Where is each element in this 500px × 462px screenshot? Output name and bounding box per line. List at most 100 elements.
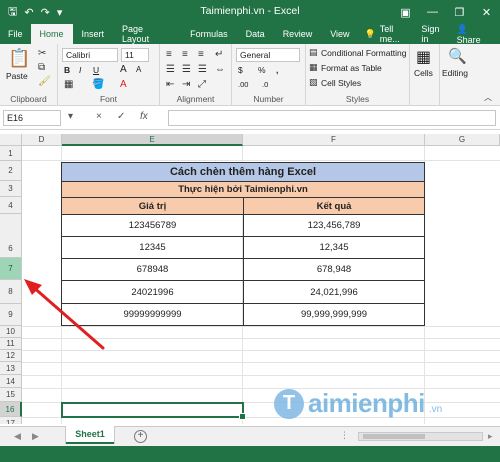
tab-page-layout[interactable]: Page Layout <box>113 24 181 44</box>
decrease-indent-icon[interactable]: ⇤ <box>166 79 174 90</box>
currency-button[interactable]: $ <box>238 65 243 75</box>
close-icon[interactable]: ✕ <box>473 0 500 24</box>
font-name-dropdown[interactable]: Calibri <box>62 48 118 62</box>
grow-font-button[interactable]: A <box>120 64 127 75</box>
group-clipboard: 📋 Paste ✂ ⧉ 🖌 Clipboard <box>0 44 58 106</box>
increase-indent-icon[interactable]: ⇥ <box>182 79 190 90</box>
comma-button[interactable]: , <box>276 65 278 75</box>
save-icon[interactable]: 🖫 <box>8 3 17 22</box>
watermark: T aimienphi .vn <box>274 388 442 419</box>
number-format-dropdown[interactable]: General <box>236 48 300 62</box>
insert-function-button[interactable]: fx <box>140 111 148 122</box>
search-icon: 🔍 <box>448 48 467 65</box>
styles-group-label: Styles <box>345 94 370 104</box>
align-bottom-icon[interactable]: ≡ <box>198 49 204 60</box>
align-left-icon[interactable]: ☰ <box>166 64 175 75</box>
ribbon-tabs: File Home Insert Page Layout Formulas Da… <box>0 24 500 45</box>
status-bar <box>0 446 500 462</box>
align-center-icon[interactable]: ☰ <box>182 64 191 75</box>
undo-icon[interactable]: ↶ <box>24 6 33 19</box>
sign-in-link[interactable]: Sign in <box>421 24 448 44</box>
group-editing[interactable]: 🔍 Editing <box>440 44 474 106</box>
scroll-right-icon[interactable]: ▸ <box>488 431 493 442</box>
tab-split-icon[interactable]: ⋮ <box>340 430 349 441</box>
increase-decimal-button[interactable]: .00 <box>238 80 248 89</box>
orientation-icon[interactable]: ⤢ <box>198 79 206 90</box>
copy-icon[interactable]: ⧉ <box>38 62 45 73</box>
redo-icon[interactable]: ↷ <box>41 6 50 19</box>
add-sheet-button[interactable]: + <box>134 430 147 443</box>
window-controls: ▣ — ❐ ✕ <box>392 0 500 24</box>
tab-review[interactable]: Review <box>274 24 322 44</box>
shrink-font-button[interactable]: A <box>136 65 141 74</box>
name-box[interactable]: E16 <box>3 110 61 126</box>
watermark-suffix: .vn <box>428 404 443 415</box>
watermark-text: aimienphi <box>308 388 425 418</box>
group-font: Calibri 11 B I U A A ▦ 🪣 A Font <box>58 44 160 106</box>
alignment-group-label: Alignment <box>176 94 215 104</box>
ribbon-home: 📋 Paste ✂ ⧉ 🖌 Clipboard Calibri 11 B I U… <box>0 44 500 106</box>
align-top-icon[interactable]: ≡ <box>166 49 172 60</box>
tab-file[interactable]: File <box>0 24 31 44</box>
sheet-tab-sheet1[interactable]: Sheet1 <box>66 426 114 444</box>
paste-button-label[interactable]: Paste <box>6 71 28 81</box>
paste-icon[interactable]: 📋 <box>8 48 30 69</box>
lightbulb-icon: 💡 <box>364 28 376 39</box>
underline-button[interactable]: U <box>93 65 99 75</box>
bold-button[interactable]: B <box>64 65 70 75</box>
fill-color-icon[interactable]: 🪣 <box>92 79 104 90</box>
percent-button[interactable]: % <box>258 65 266 75</box>
tab-insert[interactable]: Insert <box>73 24 114 44</box>
group-cells[interactable]: ▦ Cells <box>410 44 440 106</box>
tab-data[interactable]: Data <box>237 24 274 44</box>
align-right-icon[interactable]: ☰ <box>198 64 207 75</box>
formula-input[interactable] <box>168 110 496 126</box>
collapse-ribbon-icon[interactable]: ︿ <box>484 92 492 103</box>
formula-bar: E16 ▾ × ✓ fx <box>0 106 500 130</box>
share-button[interactable]: 👤 Share <box>457 24 494 45</box>
font-color-icon[interactable]: A <box>120 79 127 90</box>
group-number: General $ % , .00 .0 Number <box>232 44 306 106</box>
horizontal-scrollbar[interactable] <box>358 432 483 441</box>
share-label: Share <box>456 34 481 45</box>
font-group-label: Font <box>99 94 117 104</box>
tell-me-box[interactable]: 💡 Tell me... <box>359 24 422 44</box>
format-table-icon: ▦ <box>309 62 318 72</box>
annotation-arrow <box>24 279 105 350</box>
tell-me-label: Tell me... <box>379 24 400 44</box>
ribbon-display-icon[interactable]: ▣ <box>392 0 419 24</box>
restore-icon[interactable]: ❐ <box>446 0 473 24</box>
tab-formulas[interactable]: Formulas <box>181 24 237 44</box>
group-styles: ▤ Conditional Formatting ▦ Format as Tab… <box>306 44 410 106</box>
decrease-decimal-button[interactable]: .0 <box>262 80 268 89</box>
cut-icon[interactable]: ✂ <box>38 48 46 59</box>
format-as-table-button[interactable]: Format as Table <box>321 63 382 73</box>
font-size-dropdown[interactable]: 11 <box>121 48 149 62</box>
next-sheet-icon[interactable]: ▶ <box>32 431 39 442</box>
align-middle-icon[interactable]: ≡ <box>182 49 188 60</box>
namebox-dropdown-icon[interactable]: ▾ <box>68 111 73 122</box>
italic-button[interactable]: I <box>79 65 81 75</box>
conditional-formatting-icon: ▤ <box>309 47 318 57</box>
enter-icon[interactable]: ✓ <box>117 111 125 122</box>
minimize-icon[interactable]: — <box>419 0 446 24</box>
title-bar: 🖫 ↶ ↷ ▾ Taimienphi.vn - Excel ▣ — ❐ ✕ <box>0 0 500 24</box>
group-alignment: ≡ ≡ ≡ ↵ ☰ ☰ ☰ ⇔ ⇤ ⇥ ⤢ Alignment <box>160 44 232 106</box>
prev-sheet-icon[interactable]: ◀ <box>14 431 21 442</box>
customize-icon[interactable]: ▾ <box>57 6 63 19</box>
conditional-formatting-button[interactable]: Conditional Formatting <box>321 48 407 58</box>
tab-home[interactable]: Home <box>30 24 73 44</box>
cells-icon: ▦ <box>416 49 432 66</box>
cell-styles-icon: ▧ <box>309 77 318 87</box>
cell-styles-button[interactable]: Cell Styles <box>321 78 361 88</box>
editing-button-label: Editing <box>442 68 468 78</box>
borders-icon[interactable]: ▦ <box>64 79 73 90</box>
quick-access-toolbar: 🖫 ↶ ↷ ▾ <box>0 3 62 22</box>
cancel-icon[interactable]: × <box>96 111 102 122</box>
scrollbar-thumb[interactable] <box>363 434 425 439</box>
merge-center-icon[interactable]: ⇔ <box>215 64 225 75</box>
tab-view[interactable]: View <box>321 24 358 44</box>
wrap-text-icon[interactable]: ↵ <box>215 49 223 60</box>
format-painter-icon[interactable]: 🖌 <box>38 76 51 87</box>
worksheet-grid[interactable]: D E F G 1 2 3 4 6 7 8 9 10 11 12 13 14 1… <box>0 134 500 424</box>
